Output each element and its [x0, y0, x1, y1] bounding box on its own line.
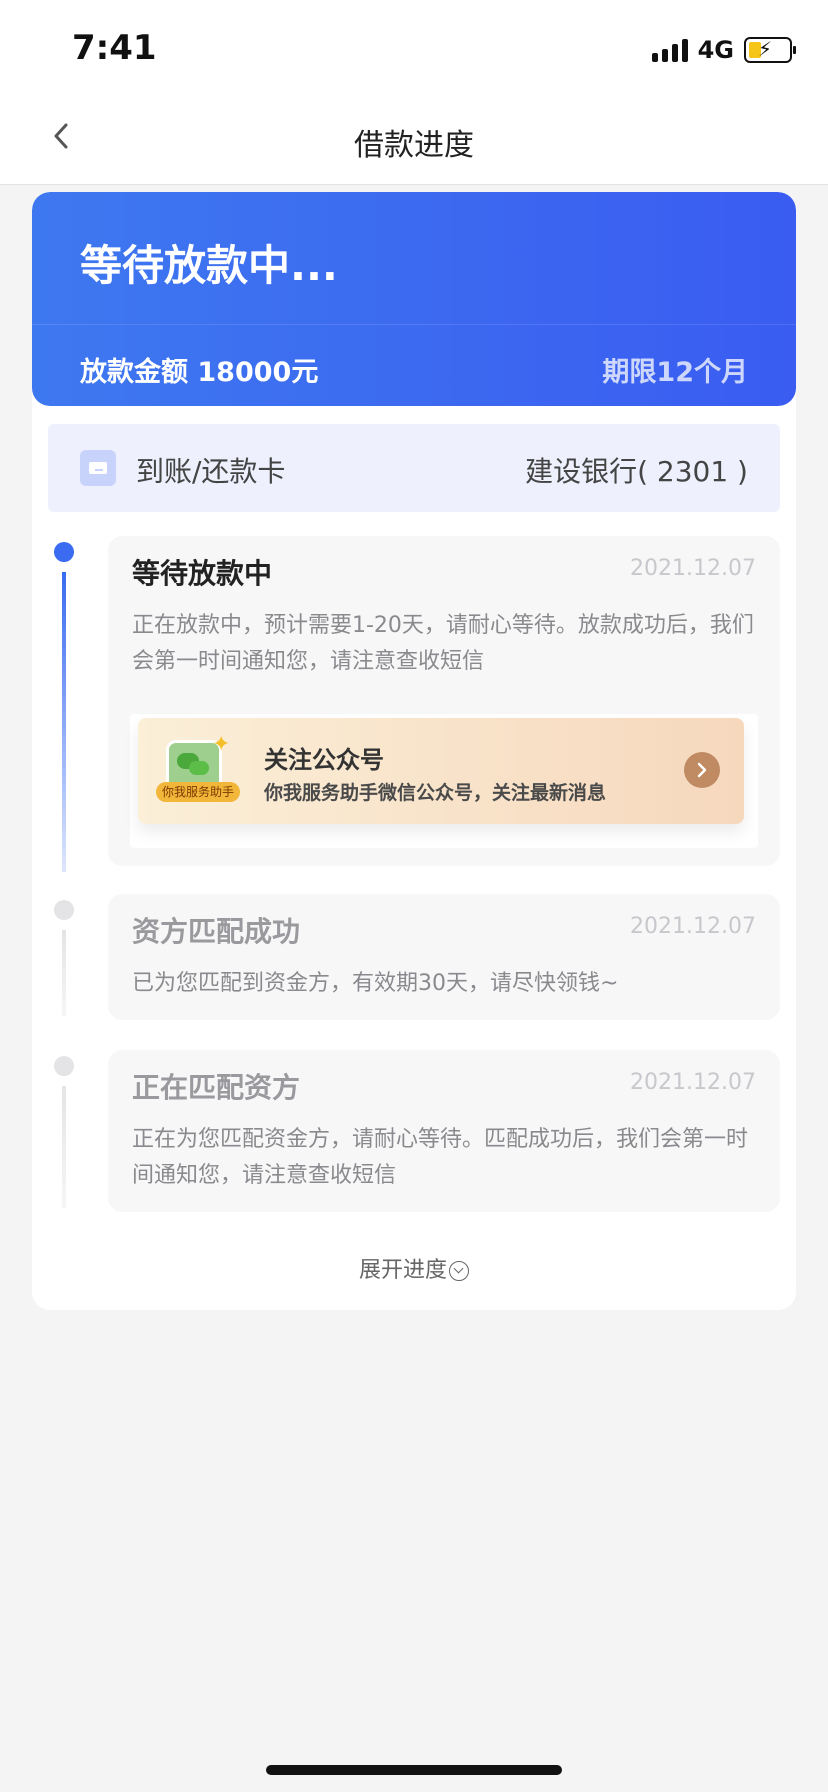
banner-divider	[32, 324, 796, 325]
status-bar: 7:41 4G ⚡	[0, 0, 828, 96]
timeline-line	[62, 1086, 66, 1208]
expand-progress-label: 展开进度	[358, 1258, 447, 1283]
step-title: 等待放款中	[132, 557, 273, 590]
bank-card-label: 到账/还款卡	[136, 455, 286, 488]
bank-card-row: 到账/还款卡 建设银行( 2301 )	[48, 424, 780, 512]
status-indicators: 4G ⚡	[651, 36, 796, 64]
timeline-step: 正在匹配资方 2021.12.07 正在为您匹配资金方，请耐心等待。匹配成功后，…	[108, 1050, 780, 1212]
follow-title: 关注公众号	[264, 746, 384, 774]
network-label: 4G	[697, 36, 734, 64]
follow-subtitle: 你我服务助手微信公众号，关注最新消息	[264, 782, 607, 804]
timeline-step: 等待放款中 2021.12.07 正在放款中，预计需要1-20天，请耐心等待。放…	[108, 536, 780, 866]
timeline-dot	[54, 900, 74, 920]
home-indicator	[266, 1765, 562, 1775]
loan-progress-card: 等待放款中... 放款金额 18000元 期限12个月 到账/还款卡 建设银行(…	[32, 192, 796, 1310]
timeline-step: 资方匹配成功 2021.12.07 已为您匹配到资金方，有效期30天，请尽快领钱…	[108, 894, 780, 1020]
timeline-line	[62, 572, 66, 872]
bank-card-value: 建设银行( 2301 )	[525, 455, 748, 488]
step-date: 2021.12.07	[630, 1070, 756, 1095]
chevron-down-icon	[449, 1261, 469, 1281]
status-banner: 等待放款中... 放款金额 18000元 期限12个月	[32, 192, 796, 406]
assistant-badge: 你我服务助手	[156, 782, 240, 802]
step-title: 资方匹配成功	[132, 915, 301, 948]
nav-bar: 借款进度	[0, 96, 828, 185]
timeline-dot-active	[54, 542, 74, 562]
step-title: 正在匹配资方	[132, 1071, 301, 1104]
signal-icon	[651, 38, 688, 62]
step-description: 正在放款中，预计需要1-20天，请耐心等待。放款成功后，我们会第一时间通知您，请…	[132, 613, 754, 674]
follow-official-account-banner[interactable]: ✦ 你我服务助手 关注公众号 你我服务助手微信公众号，关注最新消息	[138, 718, 744, 824]
step-description: 已为您匹配到资金方，有效期30天，请尽快领钱~	[132, 971, 619, 996]
timeline-dot	[54, 1056, 74, 1076]
step-date: 2021.12.07	[630, 914, 756, 939]
step-date: 2021.12.07	[630, 556, 756, 581]
expand-progress-button[interactable]: 展开进度	[32, 1252, 796, 1284]
chevron-right-icon[interactable]	[684, 752, 720, 788]
loan-amount: 放款金额 18000元	[80, 357, 319, 388]
loan-status-title: 等待放款中...	[80, 241, 338, 290]
timeline-line	[62, 930, 66, 1016]
loan-term: 期限12个月	[602, 357, 748, 388]
step-description: 正在为您匹配资金方，请耐心等待。匹配成功后，我们会第一时间通知您，请注意查收短信	[132, 1127, 749, 1188]
status-time: 7:41	[72, 28, 157, 68]
sparkle-icon: ✦	[212, 732, 231, 757]
follow-banner-wrapper: ✦ 你我服务助手 关注公众号 你我服务助手微信公众号，关注最新消息	[130, 714, 758, 848]
page-title: 借款进度	[354, 128, 474, 163]
bank-card-icon	[80, 450, 116, 486]
battery-icon: ⚡	[744, 37, 796, 63]
